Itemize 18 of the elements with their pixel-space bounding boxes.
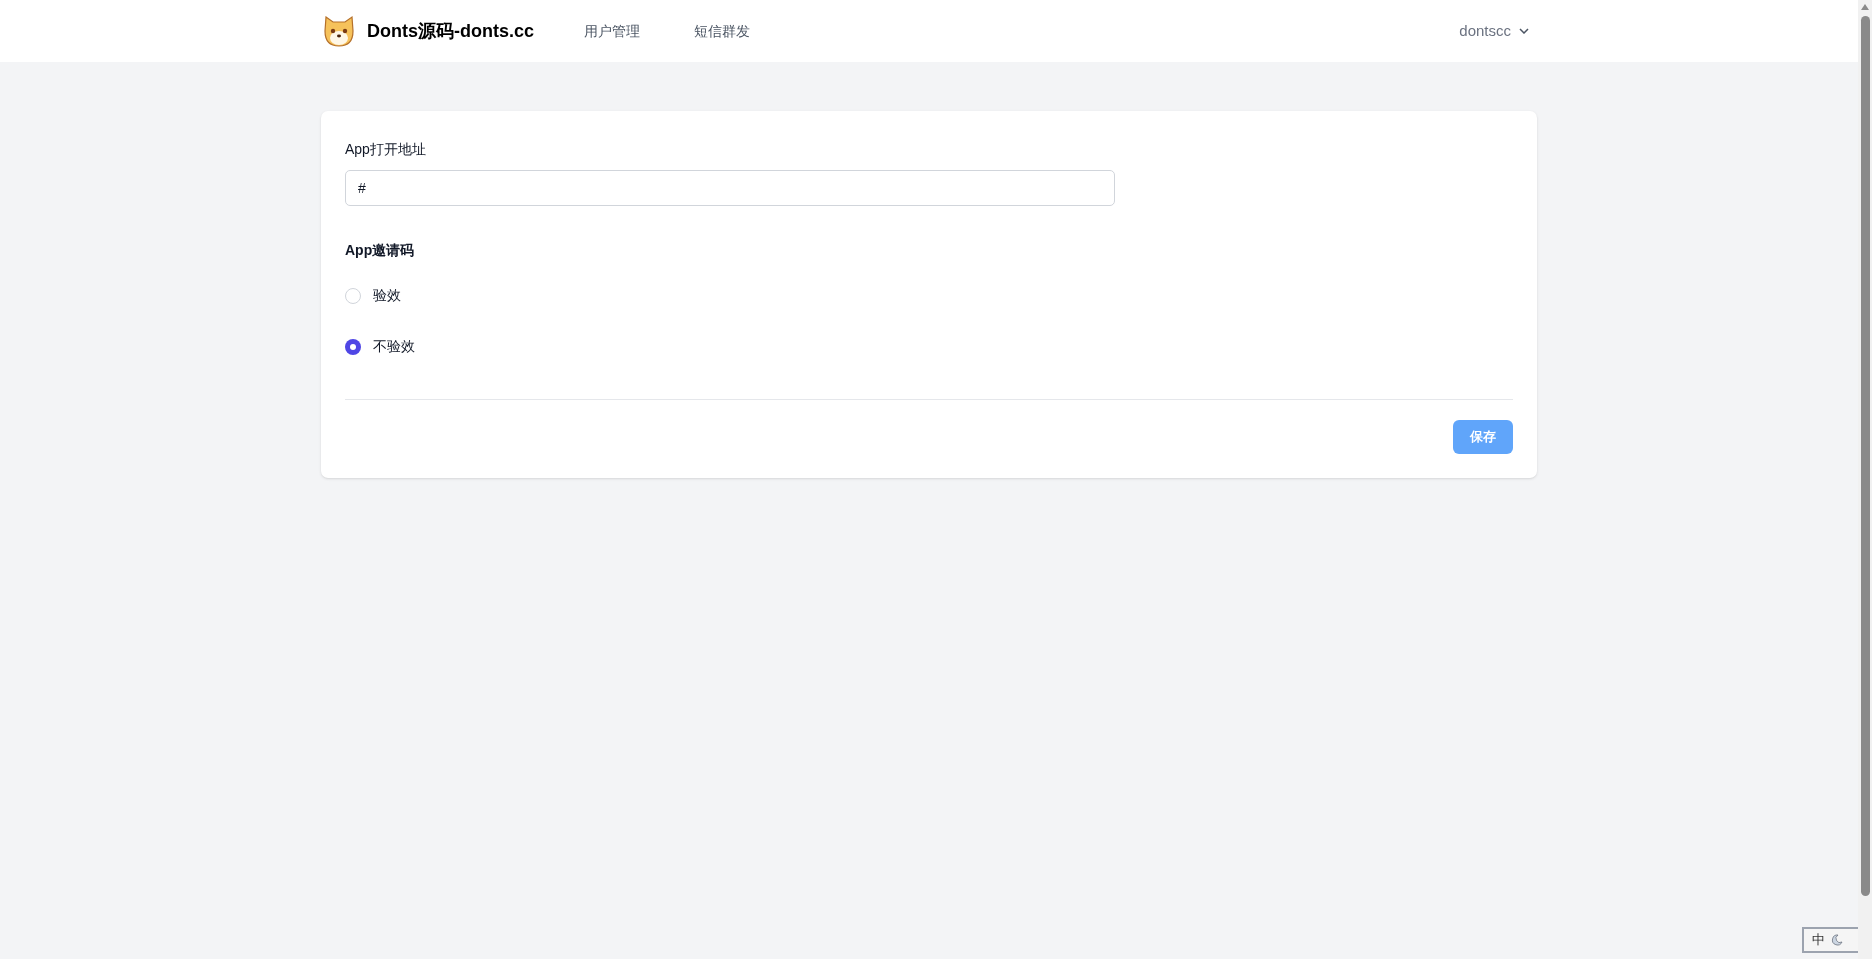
radio-label: 不验效	[373, 337, 415, 356]
brand-name: Donts源码-donts.cc	[367, 19, 534, 43]
nav-link[interactable]: 用户管理	[584, 20, 640, 42]
chevron-down-icon	[1519, 28, 1529, 34]
nav-link[interactable]: 短信群发	[694, 20, 750, 42]
scroll-up-arrow-icon[interactable]	[1861, 4, 1869, 10]
user-menu-button[interactable]: dontscc	[1459, 19, 1529, 43]
scrollbar-thumb[interactable]	[1860, 16, 1870, 896]
ime-mode-indicator[interactable]: 中	[1812, 930, 1825, 950]
dog-logo-icon	[321, 13, 357, 49]
scrollbar[interactable]	[1858, 0, 1872, 959]
field-label: App打开地址	[345, 140, 427, 159]
section-heading: App邀请码	[345, 241, 416, 260]
radio-button[interactable]	[345, 338, 361, 355]
moon-icon[interactable]	[1831, 934, 1843, 946]
radio-button[interactable]	[345, 287, 361, 304]
input-field[interactable]: #	[345, 170, 1115, 206]
radio-label: 验效	[373, 286, 401, 305]
